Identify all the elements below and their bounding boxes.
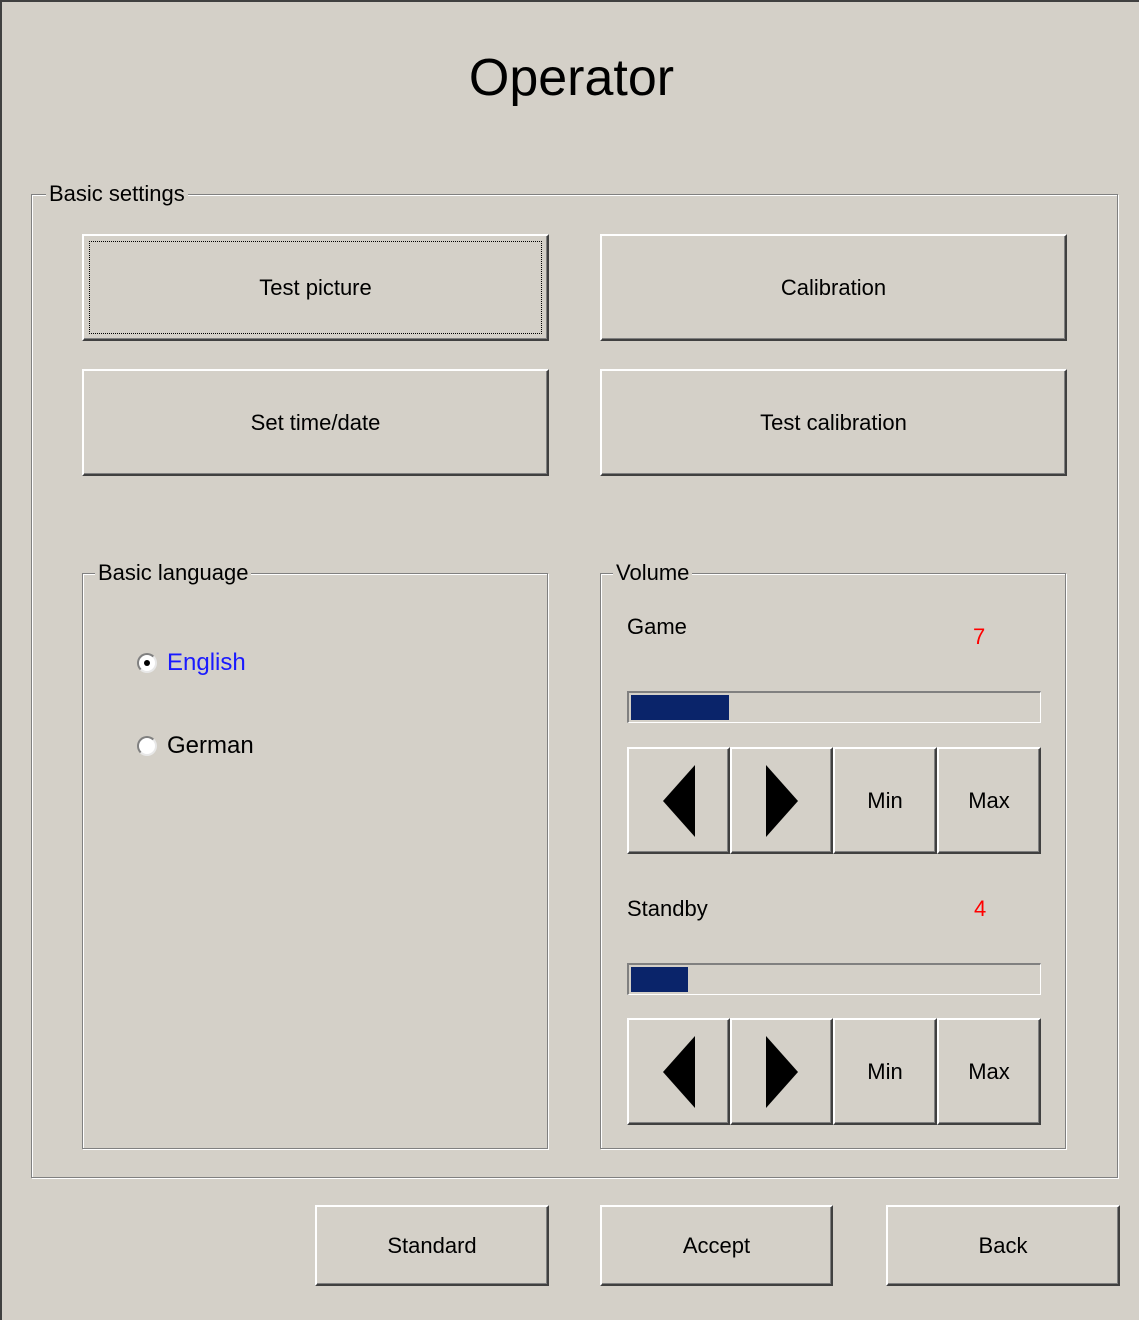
test-calibration-button-label: Test calibration [760,409,907,435]
game-decrease-button[interactable] [627,747,730,854]
language-option-german[interactable]: German [137,732,254,760]
game-max-label: Max [968,787,1010,813]
accept-button-label: Accept [682,1232,751,1258]
accept-button[interactable]: Accept [600,1205,833,1286]
language-option-english[interactable]: English [137,649,246,677]
basic-settings-label: Basic settings [46,181,188,207]
game-increase-button[interactable] [730,747,833,854]
game-volume-value: 7 [973,624,986,649]
back-button[interactable]: Back [886,1205,1120,1286]
page-title: Operator [468,49,675,107]
standby-max-button[interactable]: Max [937,1018,1041,1125]
radio-checked-icon[interactable] [137,653,157,673]
calibration-button-label: Calibration [780,274,887,300]
basic-language-label: Basic language [95,560,252,586]
standby-decrease-button[interactable] [627,1018,730,1125]
game-volume-label: Game [627,614,687,639]
game-min-button[interactable]: Min [833,747,937,854]
game-volume-bar [627,691,1041,723]
language-option-label: English [167,649,246,676]
game-volume-fill [631,695,729,720]
standby-volume-value: 4 [974,896,987,921]
test-picture-button-label: Test picture [259,274,372,300]
standby-increase-button[interactable] [730,1018,833,1125]
test-picture-button[interactable]: Test picture [82,234,549,341]
test-calibration-button[interactable]: Test calibration [600,369,1067,476]
triangle-right-icon [765,764,798,837]
triangle-left-icon [662,764,695,837]
volume-label: Volume [613,560,693,586]
standby-volume-label: Standby [627,896,708,921]
set-time-date-button[interactable]: Set time/date [82,369,549,476]
standby-min-label: Min [867,1058,903,1084]
radio-unchecked-icon[interactable] [137,736,157,756]
game-min-label: Min [867,787,903,813]
back-button-label: Back [978,1232,1028,1258]
standby-max-label: Max [968,1058,1010,1084]
set-time-date-button-label: Set time/date [250,409,381,435]
triangle-left-icon [662,1035,695,1108]
standby-min-button[interactable]: Min [833,1018,937,1125]
standby-volume-bar [627,963,1041,995]
language-option-label: German [167,732,254,759]
operator-window: Operator Basic settings Test picture Cal… [0,0,1139,1320]
calibration-button[interactable]: Calibration [600,234,1067,341]
standard-button-label: Standard [387,1232,477,1258]
triangle-right-icon [765,1035,798,1108]
standby-volume-fill [631,967,688,992]
standard-button[interactable]: Standard [315,1205,549,1286]
game-max-button[interactable]: Max [937,747,1041,854]
